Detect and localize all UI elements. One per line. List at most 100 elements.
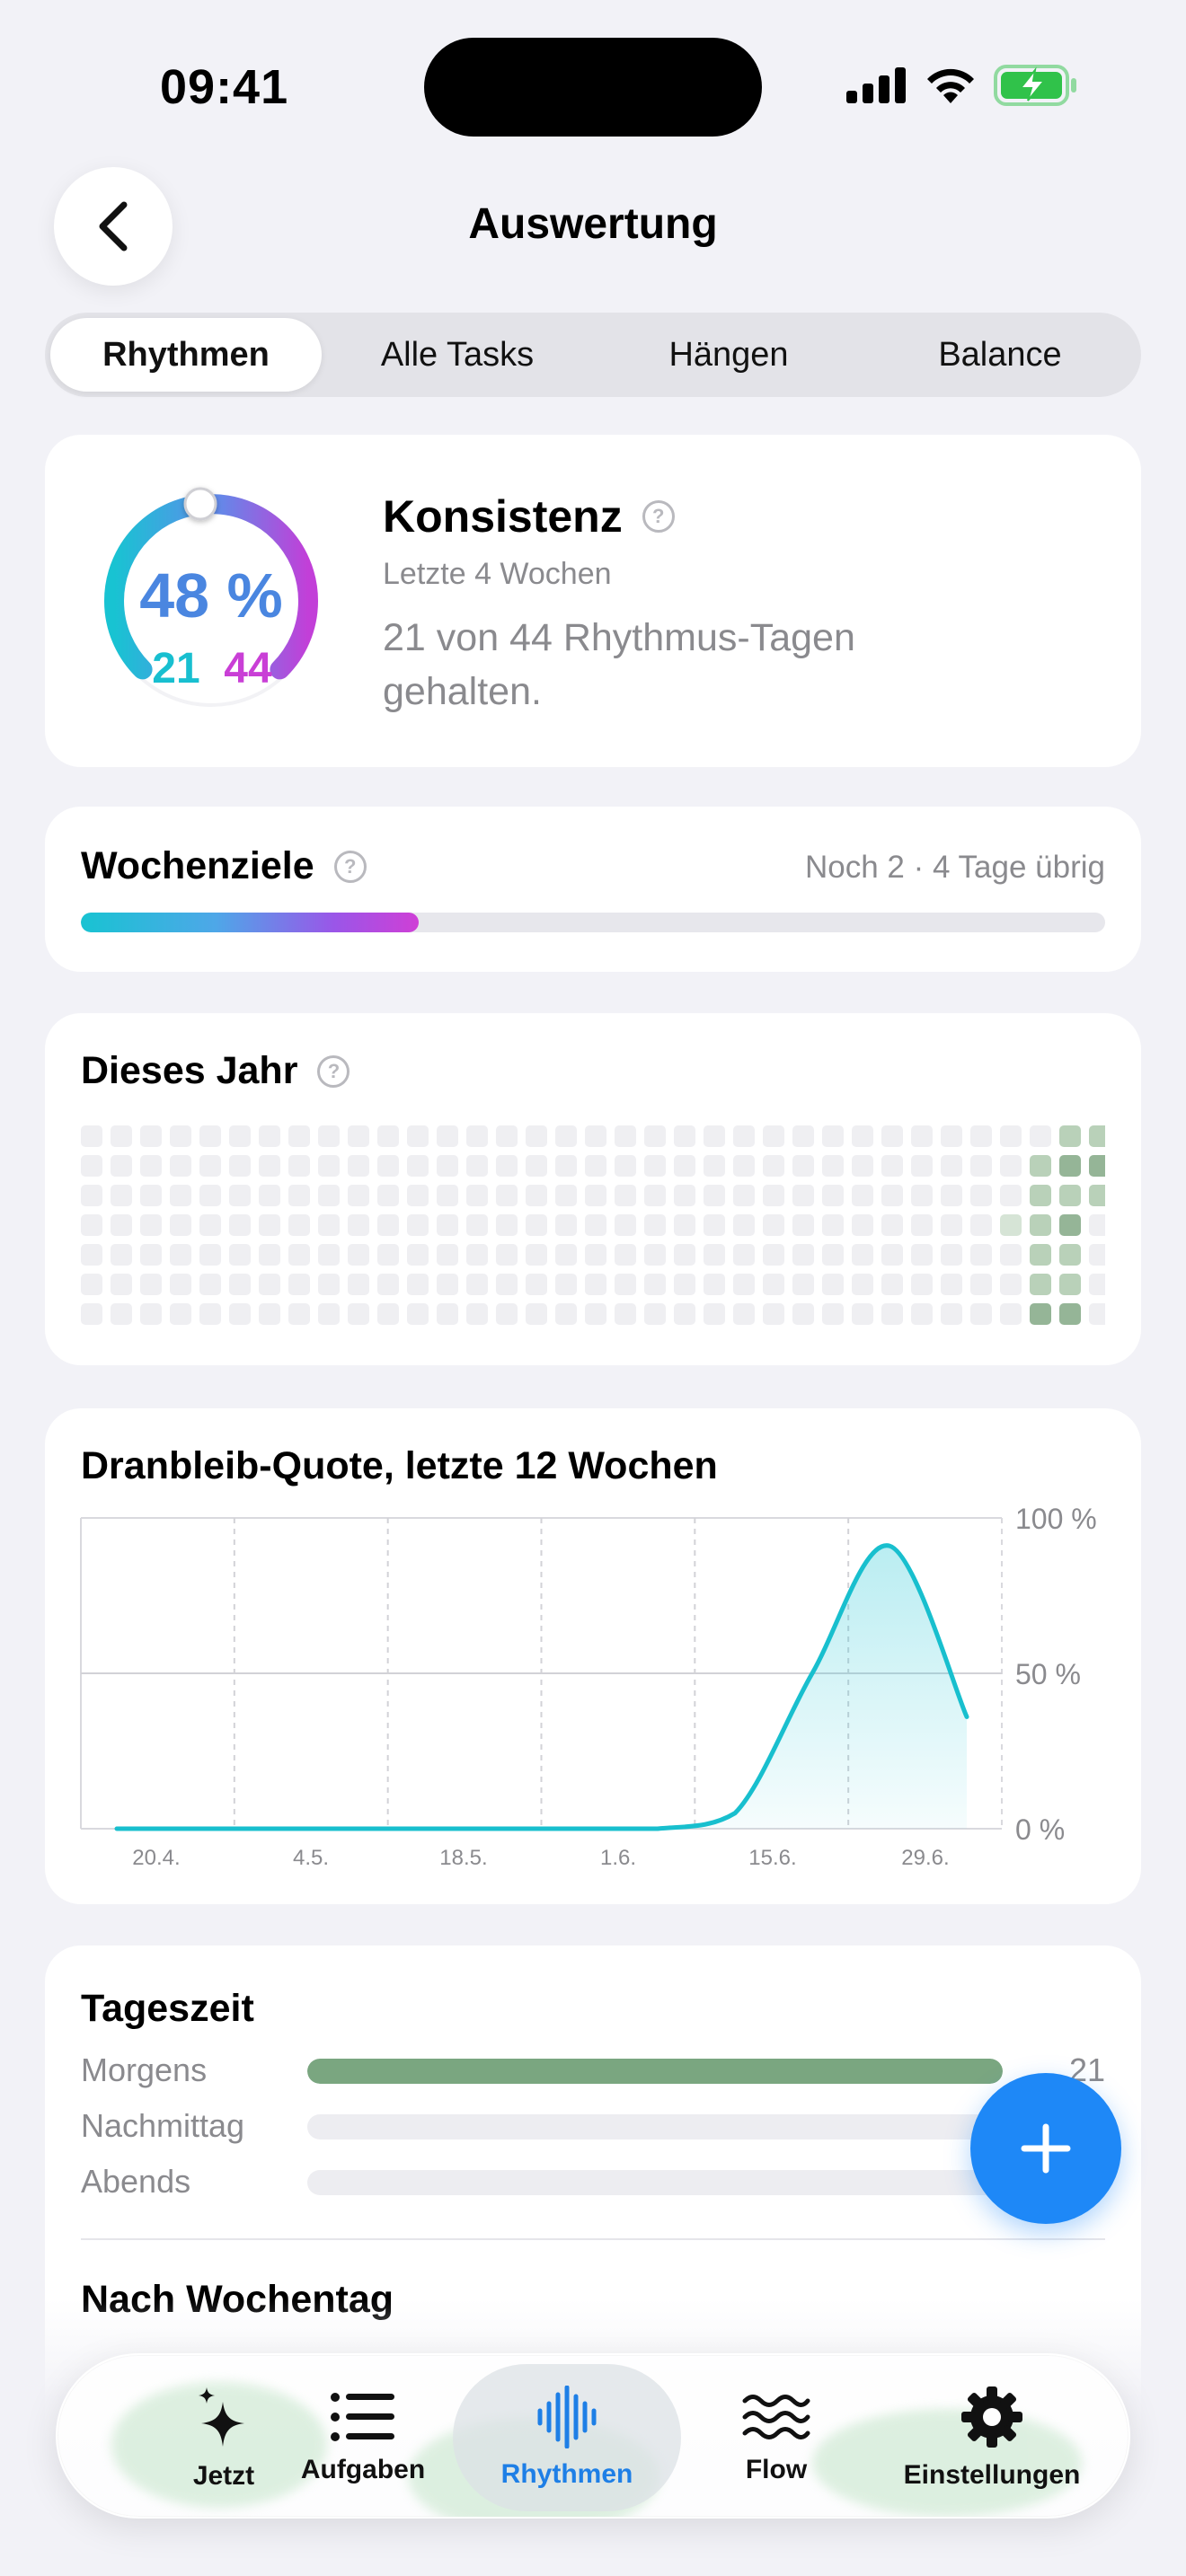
heatmap-cell [526,1185,547,1206]
heatmap-cell [644,1155,666,1177]
heatmap-cell [81,1125,102,1147]
page-title: Auswertung [468,200,718,248]
consistency-percent: 48 % [139,560,283,631]
heatmap-cell [1030,1185,1051,1206]
heatmap-cell [1000,1244,1022,1266]
help-icon[interactable]: ? [317,1054,350,1088]
time-row-track [307,2114,1003,2139]
heatmap-cell [555,1214,577,1236]
heatmap-cell [644,1185,666,1206]
heatmap-cell [585,1244,606,1266]
water-waves-icon [742,2395,810,2439]
time-row-fill [307,2059,1003,2084]
heatmap-cell [881,1155,903,1177]
year-title-row: Dieses Jahr ? [81,1049,350,1093]
heatmap-cell [348,1214,369,1236]
heatmap-cell [733,1125,755,1147]
heatmap-cell [1000,1274,1022,1295]
heatmap-cell [1059,1125,1081,1147]
heatmap-cell [111,1155,132,1177]
tab-rhythmen[interactable]: Rhythmen [455,2355,679,2517]
heatmap-cell [911,1155,933,1177]
consistency-subtitle: Letzte 4 Wochen [383,557,612,591]
tab-einstellungen[interactable]: Einstellungen [866,2355,1118,2517]
heatmap-cell [1059,1214,1081,1236]
heatmap-cell [496,1303,518,1325]
heatmap-cell [199,1125,221,1147]
heatmap-cell [496,1214,518,1236]
heatmap-cell [348,1303,369,1325]
tab-label: Rhythmen [500,2459,633,2489]
heatmap-cell [199,1155,221,1177]
heatmap-cell [140,1274,162,1295]
heatmap-cell [199,1185,221,1206]
heatmap-cell [763,1214,784,1236]
retention-chart: 100 % 50 % 0 % 20.4. 4.5. 18.5. 1.6. 15.6. 29.6. [80,1503,1097,1870]
time-row-label: Abends [81,2163,191,2200]
heatmap-cell [881,1125,903,1147]
heatmap-cell [170,1185,191,1206]
heatmap-cell [229,1155,251,1177]
heatmap-cell [526,1214,547,1236]
heatmap-cell [615,1155,636,1177]
x-tick-label: 15.6. [748,1846,796,1870]
heatmap-cell [911,1185,933,1206]
heatmap-cell [111,1303,132,1325]
heatmap-cell [229,1244,251,1266]
consistency-total: 44 [224,645,272,693]
heatmap-cell [615,1214,636,1236]
heatmap-cell [644,1274,666,1295]
heatmap-cell [140,1214,162,1236]
heatmap-cell [763,1274,784,1295]
heatmap-cell [288,1274,310,1295]
heatmap-cell [1089,1155,1105,1177]
heatmap-cell [348,1125,369,1147]
heatmap-cell [318,1214,340,1236]
heatmap-cell [170,1155,191,1177]
heatmap-cell [733,1214,755,1236]
help-icon[interactable]: ? [642,500,675,533]
heatmap-cell [496,1155,518,1177]
heatmap-cell [615,1244,636,1266]
add-button[interactable] [970,2073,1121,2224]
heatmap-cell [792,1244,814,1266]
heatmap-cell [407,1214,429,1236]
heatmap-cell [1089,1125,1105,1147]
segment-alle-tasks[interactable]: Alle Tasks [322,318,593,392]
time-row-track [307,2059,1003,2084]
segment-balance[interactable]: Balance [864,318,1136,392]
heatmap-cell [229,1185,251,1206]
heatmap-cell [1030,1125,1051,1147]
heatmap-cell [763,1185,784,1206]
heatmap-cell [585,1125,606,1147]
heatmap-cell [229,1125,251,1147]
heatmap-cell [466,1155,488,1177]
heatmap-cell [911,1125,933,1147]
tab-label: Flow [745,2455,808,2484]
heatmap-cell [704,1303,725,1325]
heatmap-cell [377,1214,399,1236]
tab-aufgaben[interactable]: Aufgaben [273,2355,453,2517]
heatmap-cell [792,1274,814,1295]
heatmap-cell [1030,1303,1051,1325]
heatmap-cell [111,1244,132,1266]
heatmap-cell [852,1214,873,1236]
divider [81,2238,1105,2240]
heatmap-cell [941,1125,962,1147]
x-tick-label: 18.5. [439,1846,487,1870]
help-icon[interactable]: ? [333,850,367,883]
tab-flow[interactable]: Flow [686,2355,866,2517]
year-title: Dieses Jahr [81,1049,298,1092]
segment-rhythmen[interactable]: Rhythmen [50,318,322,392]
status-bar: 09:41 [0,0,1186,171]
heatmap-cell [822,1214,844,1236]
heatmap-cell [733,1244,755,1266]
heatmap-cell [377,1185,399,1206]
heatmap-cell [526,1274,547,1295]
heatmap-cell [674,1244,695,1266]
heatmap-cell [1030,1155,1051,1177]
heatmap-cell [140,1125,162,1147]
segment-haengen[interactable]: Hängen [593,318,864,392]
heatmap-cell [941,1185,962,1206]
heatmap-cell [348,1274,369,1295]
